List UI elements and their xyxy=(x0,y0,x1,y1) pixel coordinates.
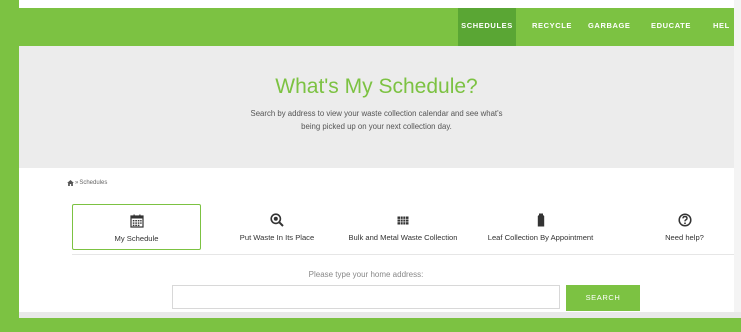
search-button[interactable]: SEARCH xyxy=(566,285,640,311)
nav-item-garbage[interactable]: GARBAGE xyxy=(588,8,630,46)
breadcrumb: » Schedules xyxy=(67,180,107,186)
tab-label: Put Waste In Its Place xyxy=(239,233,315,242)
tab-label: Need help? xyxy=(665,233,704,242)
tab-need-help[interactable]: Need help? xyxy=(632,204,737,250)
address-input[interactable] xyxy=(172,285,560,309)
magnifier-icon xyxy=(270,213,284,227)
question-circle-icon xyxy=(677,213,692,227)
tab-label: My Schedule xyxy=(114,234,159,243)
address-label: Please type your home address: xyxy=(308,270,424,279)
nav-item-help[interactable]: HEL xyxy=(713,8,734,46)
breadcrumb-current: Schedules xyxy=(79,180,108,186)
page-title: What's My Schedule? xyxy=(275,75,478,98)
schedule-tabs: My Schedule Put Waste In Its Place Bulk … xyxy=(72,204,734,250)
tab-label: Bulk and Metal Waste Collection xyxy=(348,233,458,242)
home-icon[interactable] xyxy=(67,180,74,186)
page-subtitle-line-2: being picked up on your next collection … xyxy=(301,122,452,131)
page-subtitle: Search by address to view your waste col… xyxy=(239,107,514,133)
tab-bulk-metal[interactable]: Bulk and Metal Waste Collection xyxy=(338,204,468,250)
top-navbar: SCHEDULES RECYCLE GARBAGE EDUCATE HEL xyxy=(19,8,734,46)
hero-banner: What's My Schedule? Search by address to… xyxy=(19,46,734,168)
page-frame: SCHEDULES RECYCLE GARBAGE EDUCATE HEL Wh… xyxy=(0,0,741,332)
tab-label: Leaf Collection By Appointment xyxy=(487,233,594,242)
page-border-left xyxy=(0,0,19,332)
nav-item-recycle[interactable]: RECYCLE xyxy=(532,8,572,46)
nav-item-educate[interactable]: EDUCATE xyxy=(649,8,693,46)
tab-put-waste[interactable]: Put Waste In Its Place xyxy=(212,204,342,250)
breadcrumb-separator: » xyxy=(75,180,79,186)
nav-item-schedules[interactable]: SCHEDULES xyxy=(458,8,516,46)
page-subtitle-line-1: Search by address to view your waste col… xyxy=(250,109,503,118)
bag-icon xyxy=(534,213,548,227)
grid-icon xyxy=(396,213,410,227)
page-border-bottom xyxy=(0,318,741,332)
calendar-icon xyxy=(129,214,144,228)
page-border-right xyxy=(734,0,741,332)
divider xyxy=(72,254,734,255)
tab-my-schedule[interactable]: My Schedule xyxy=(72,204,201,250)
tab-leaf-collection[interactable]: Leaf Collection By Appointment xyxy=(468,204,613,250)
